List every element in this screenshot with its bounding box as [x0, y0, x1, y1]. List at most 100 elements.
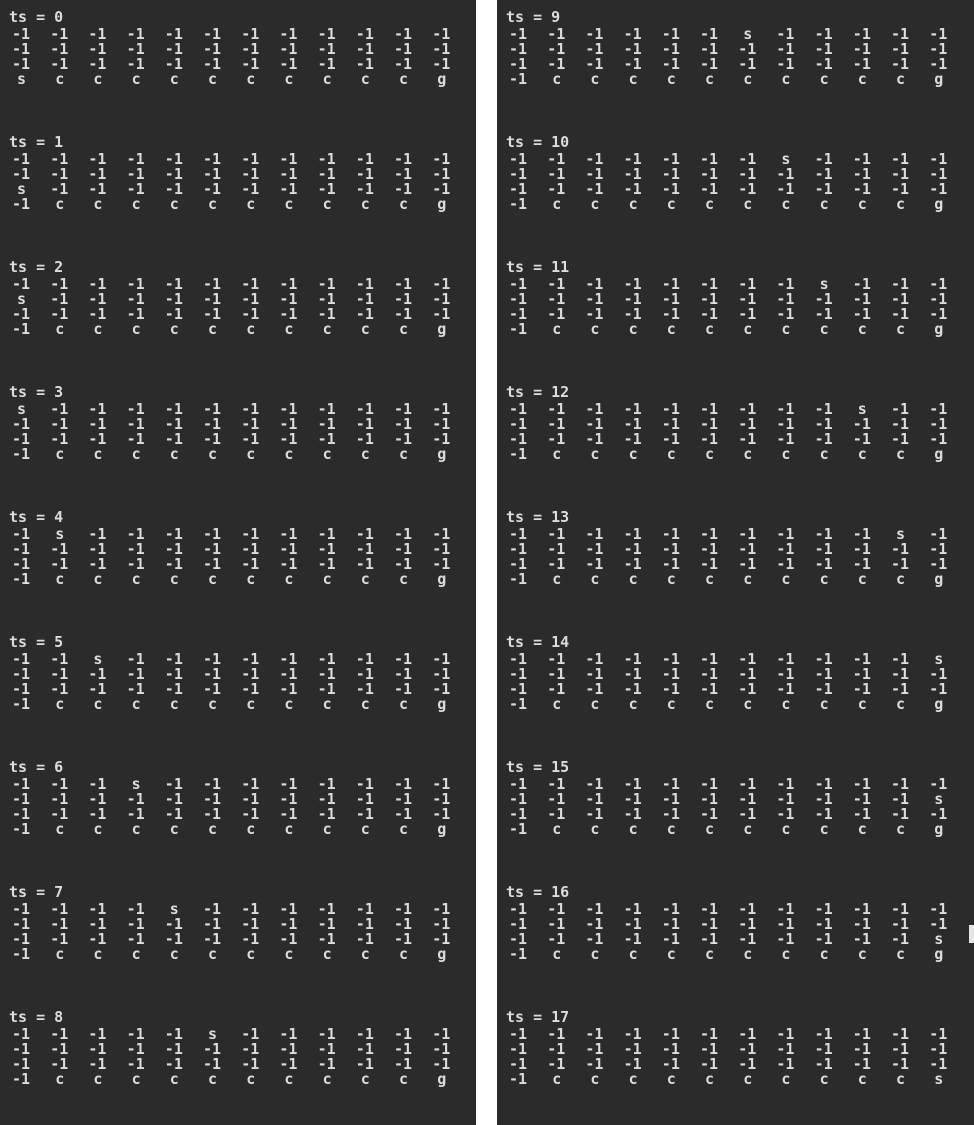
grid-cell: -1: [509, 1070, 528, 1088]
grid-cell: c: [743, 70, 753, 88]
grid-row: -1 c c c c c c c c c c g: [506, 572, 943, 587]
grid-cell: c: [55, 320, 65, 338]
grid-cell: c: [360, 945, 370, 963]
timestep-prefix: ts =: [506, 8, 552, 26]
grid-cell: c: [246, 195, 256, 213]
timestep-number: 2: [54, 258, 64, 276]
grid-row: -1 c c c c c c c c c c g: [9, 445, 446, 463]
grid-cell: c: [93, 695, 103, 713]
grid-cell: c: [93, 195, 103, 213]
grid-row: -1 c c c c c c c c c c g: [506, 72, 943, 87]
grid-cell: c: [322, 695, 332, 713]
grid-cell: c: [666, 695, 676, 713]
grid-cell: c: [819, 320, 829, 338]
grid-cell: c: [781, 945, 791, 963]
timestep-block: ts = 0 -1 -1 -1 -1 -1 -1 -1 -1 -1 -1 -1 -1 -1 -1 -1 -1 -1…: [9, 8, 450, 87]
grid-cell: c: [857, 695, 867, 713]
grid-cell: -1: [12, 320, 31, 338]
timestep-block: ts = 8 -1 -1 -1 -1 -1 s -1 -1 -1 -1 -1 -1 -1 -1 -1 -1 -1-…: [9, 1008, 450, 1087]
grid-cell: c: [131, 70, 141, 88]
grid-cell: c: [399, 320, 409, 338]
grid-cell: c: [781, 320, 791, 338]
timestep-block: ts = 7 -1 -1 -1 -1 s -1 -1 -1 -1 -1 -1 -1 -1 -1 -1 -1 -1-…: [9, 883, 450, 963]
timestep-block: ts = 5 -1 -1 s -1 -1 -1 -1 -1 -1 -1 -1 -1 -1 -1 -1 -1 -1-…: [9, 633, 450, 713]
timestep-block: ts = 11 -1 -1 -1 -1 -1 -1 -1 -1 s -1 -1 -1 -1 -1 -1 -1 -1…: [506, 258, 947, 337]
grid-cell: -1: [12, 445, 31, 463]
grid-cell: g: [934, 945, 944, 963]
grid-cell: c: [284, 1070, 294, 1088]
timestep-prefix: ts =: [9, 508, 55, 526]
grid-cell: g: [437, 1070, 447, 1088]
terminal-panel-left[interactable]: ts = 0 -1 -1 -1 -1 -1 -1 -1 -1 -1 -1 -1 -1 -1 -1 -1 -1 -1…: [0, 0, 476, 1125]
terminal-panel-right[interactable]: ts = 9 -1 -1 -1 -1 -1 -1 s -1 -1 -1 -1 -1 -1 -1 -1 -1 -1-…: [497, 0, 974, 1125]
grid-cell: c: [590, 445, 600, 463]
grid-cell: c: [590, 1070, 600, 1088]
grid-row: -1 c c c c c c c c c c g: [9, 197, 446, 212]
grid-cell: -1: [509, 945, 528, 963]
grid-cell: c: [93, 945, 103, 963]
grid-cell: c: [666, 70, 676, 88]
timestep-number: 9: [551, 8, 561, 26]
grid-cell: c: [284, 570, 294, 588]
grid-cell: c: [360, 70, 370, 88]
grid-cell: c: [781, 70, 791, 88]
grid-cell: c: [666, 945, 676, 963]
grid-cell: c: [819, 445, 829, 463]
grid-cell: c: [208, 820, 218, 838]
grid-cell: c: [131, 195, 141, 213]
grid-cell: -1: [12, 945, 31, 963]
grid-cell: c: [857, 820, 867, 838]
grid-cell: c: [93, 320, 103, 338]
grid-cell: c: [131, 945, 141, 963]
timestep-prefix: ts =: [506, 633, 552, 651]
grid-cell: c: [896, 820, 906, 838]
grid-cell: c: [743, 1070, 753, 1088]
grid-cell: c: [131, 1070, 141, 1088]
timestep-number: 13: [551, 508, 570, 526]
grid-cell: c: [628, 70, 638, 88]
grid-cell: c: [628, 195, 638, 213]
timestep-block: ts = 9 -1 -1 -1 -1 -1 -1 s -1 -1 -1 -1 -1 -1 -1 -1 -1 -1-…: [506, 8, 947, 87]
grid-cell: c: [552, 695, 562, 713]
grid-cell: c: [896, 195, 906, 213]
grid-cell: g: [934, 570, 944, 588]
grid-cell: c: [819, 945, 829, 963]
grid-cell: c: [705, 945, 715, 963]
timestep-prefix: ts =: [506, 133, 552, 151]
grid-cell: c: [743, 695, 753, 713]
grid-cell: c: [896, 70, 906, 88]
timestep-prefix: ts =: [9, 758, 55, 776]
grid-row: -1 c c c c c c c c c c g: [9, 695, 446, 713]
grid-cell: c: [896, 945, 906, 963]
timestep-prefix: ts =: [9, 883, 55, 901]
grid-cell: c: [246, 695, 256, 713]
timestep-block: ts = 16 -1 -1 -1 -1 -1 -1 -1 -1 -1 -1 -1 -1 -1 -1 -1 -1-…: [506, 883, 947, 963]
grid-row: -1 c c c c c c c c c c g: [506, 322, 943, 337]
grid-cell: g: [437, 320, 447, 338]
grid-cell: c: [857, 945, 867, 963]
grid-cell: c: [743, 445, 753, 463]
timestep-number: 17: [551, 1008, 570, 1026]
grid-cell: c: [399, 695, 409, 713]
grid-cell: c: [590, 695, 600, 713]
grid-cell: c: [284, 820, 294, 838]
grid-cell: c: [896, 1070, 906, 1088]
grid-cell: c: [819, 1070, 829, 1088]
timestep-number: 11: [551, 258, 570, 276]
timestep-block: ts = 3 s -1 -1 -1 -1 -1 -1 -1 -1 -1 -1 -1 -1 -1 -1 -1 -1-…: [9, 383, 450, 463]
grid-cell: c: [857, 320, 867, 338]
grid-cell: c: [93, 820, 103, 838]
grid-cell: c: [399, 195, 409, 213]
timestep-number: 14: [551, 633, 570, 651]
grid-cell: -1: [12, 695, 31, 713]
grid-cell: c: [322, 820, 332, 838]
grid-cell: c: [399, 820, 409, 838]
grid-cell: c: [360, 445, 370, 463]
grid-cell: c: [246, 570, 256, 588]
grid-cell: c: [628, 320, 638, 338]
grid-cell: c: [360, 1070, 370, 1088]
timestep-block: ts = 6 -1 -1 -1 s -1 -1 -1 -1 -1 -1 -1 -1 -1 -1 -1 -1 -1-…: [9, 758, 450, 837]
grid-row: -1 c c c c c c c c c c g: [9, 1072, 446, 1087]
grid-cell: c: [819, 70, 829, 88]
grid-cell: c: [666, 820, 676, 838]
